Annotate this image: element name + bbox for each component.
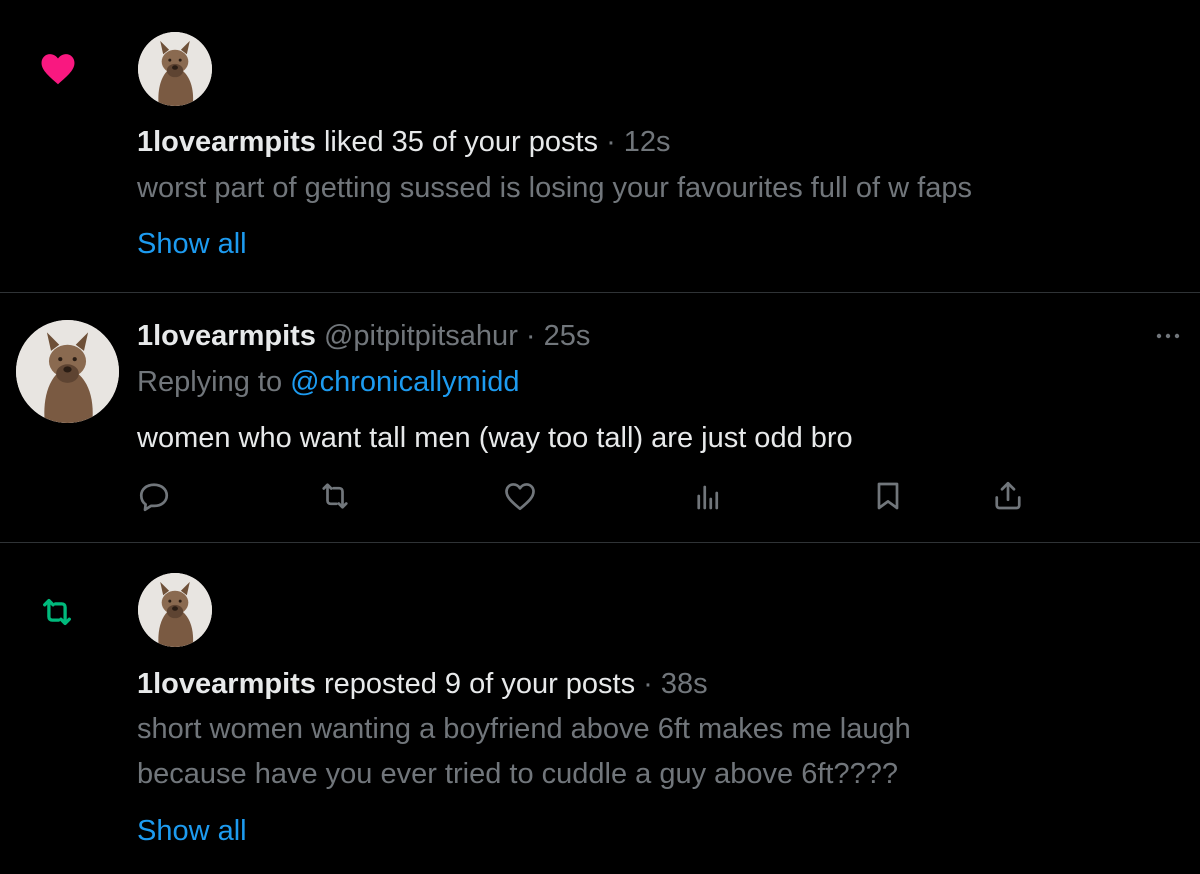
show-all-link[interactable]: Show all	[137, 813, 247, 849]
timestamp: · 25s	[517, 320, 591, 352]
notification-action-text: liked 35 of your posts	[315, 126, 599, 158]
repost-icon	[36, 594, 78, 630]
bookmark-icon[interactable]	[870, 478, 906, 514]
share-icon[interactable]	[990, 478, 1026, 514]
like-icon[interactable]	[502, 478, 538, 514]
divider	[0, 542, 1200, 543]
reply-icon[interactable]	[136, 478, 172, 514]
more-options-icon[interactable]	[1152, 326, 1184, 346]
post-preview-text-line-1[interactable]: short women wanting a boyfriend above 6f…	[137, 711, 911, 747]
replying-to-label: Replying to	[137, 366, 291, 398]
post-text: women who want tall men (way too tall) a…	[137, 422, 853, 454]
handle[interactable]: @pitpitpitsahur	[316, 320, 518, 352]
avatar[interactable]	[138, 32, 212, 106]
replying-to-handle[interactable]: @chronicallymidd	[290, 366, 519, 398]
post-preview-text-line-2[interactable]: because have you ever tried to cuddle a …	[137, 756, 898, 792]
avatar[interactable]	[16, 320, 119, 423]
heart-icon	[38, 50, 78, 88]
views-icon[interactable]	[689, 478, 725, 514]
timestamp: · 38s	[635, 668, 708, 700]
notification-action-text: reposted 9 of your posts	[315, 668, 636, 700]
divider	[0, 292, 1200, 293]
avatar[interactable]	[138, 573, 212, 647]
username[interactable]: 1lovearmpits	[137, 320, 316, 352]
show-all-link[interactable]: Show all	[137, 226, 247, 262]
repost-icon[interactable]	[317, 478, 353, 514]
timestamp: · 12s	[598, 126, 671, 158]
username[interactable]: 1lovearmpits	[137, 668, 316, 700]
post-preview-text[interactable]: worst part of getting sussed is losing y…	[137, 170, 972, 206]
username[interactable]: 1lovearmpits	[137, 126, 316, 158]
